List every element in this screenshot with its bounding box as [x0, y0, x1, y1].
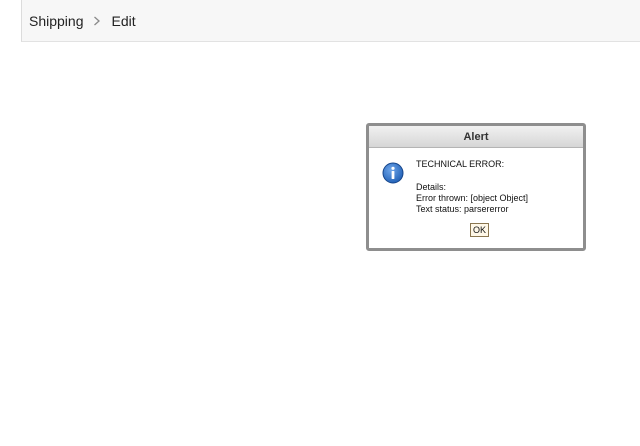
alert-title: Alert — [369, 126, 583, 148]
breadcrumb-item-edit: Edit — [111, 12, 136, 29]
error-heading: TECHNICAL ERROR: — [416, 159, 505, 169]
info-icon — [382, 162, 404, 184]
alert-message: TECHNICAL ERROR: Details: Error thrown: … — [416, 159, 528, 215]
alert-body: TECHNICAL ERROR: Details: Error thrown: … — [369, 148, 583, 248]
text-status-text: Text status: parsererror — [416, 204, 509, 214]
breadcrumb: Shipping Edit — [21, 0, 640, 42]
page: Shipping Edit Alert TECHNICAL ERROR: Det… — [0, 0, 640, 446]
breadcrumb-item-shipping[interactable]: Shipping — [29, 13, 84, 29]
details-label: Details: — [416, 182, 447, 192]
alert-dialog: Alert TECHNICAL ERROR: Details: Error th… — [366, 123, 586, 251]
error-thrown-text: Error thrown: [object Object] — [416, 193, 529, 203]
chevron-right-icon — [90, 14, 106, 28]
ok-button[interactable]: OK — [470, 223, 489, 237]
